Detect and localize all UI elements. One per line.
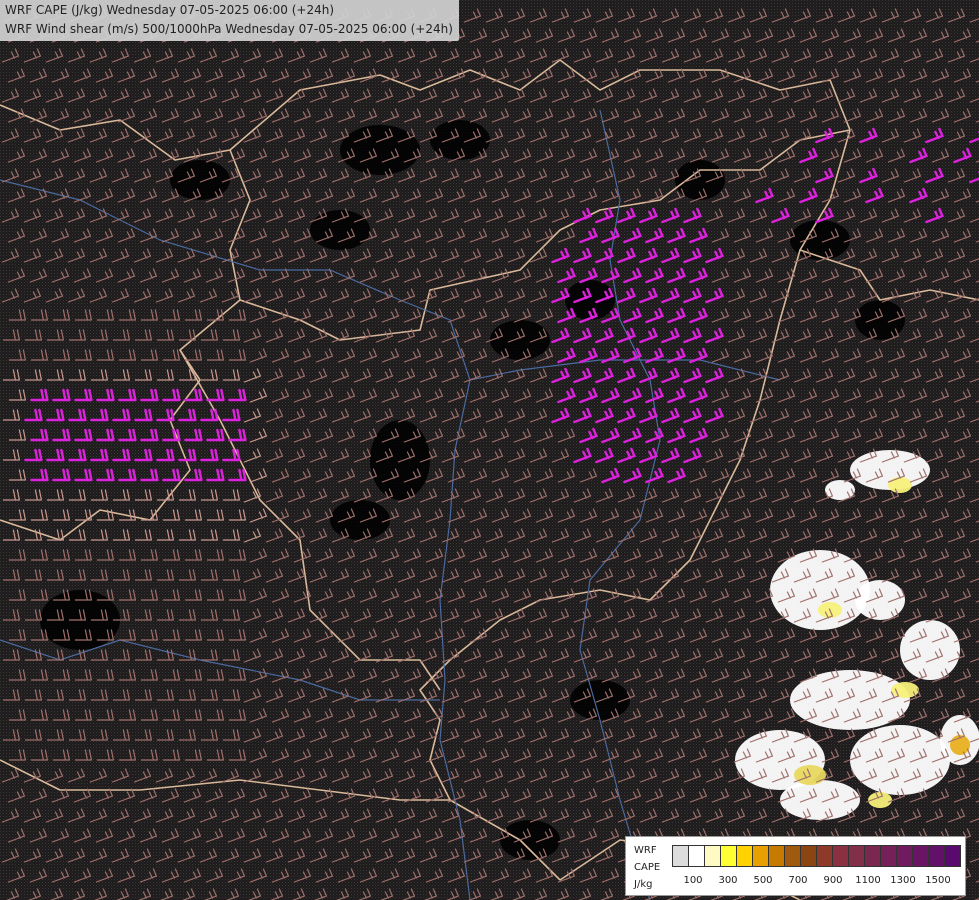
legend-swatch bbox=[816, 845, 833, 867]
legend-label-unit: J/kg bbox=[634, 879, 653, 890]
legend-swatch bbox=[704, 845, 721, 867]
legend-swatch bbox=[944, 845, 961, 867]
legend-tick: 900 bbox=[823, 875, 843, 886]
legend-tick: 100 bbox=[683, 875, 703, 886]
map-canvas bbox=[0, 0, 979, 900]
mountain-area bbox=[310, 210, 370, 250]
cape-title: WRF CAPE (J/kg) Wednesday 07-05-2025 06:… bbox=[5, 3, 334, 17]
legend-swatch bbox=[928, 845, 945, 867]
cape-area bbox=[888, 477, 912, 493]
legend-swatch bbox=[736, 845, 753, 867]
legend-swatch bbox=[720, 845, 737, 867]
legend-tick: 500 bbox=[753, 875, 773, 886]
legend-swatch bbox=[800, 845, 817, 867]
legend-tick: 300 bbox=[718, 875, 738, 886]
legend-swatch bbox=[848, 845, 865, 867]
mountain-area bbox=[330, 500, 390, 540]
legend-label-model: WRF bbox=[634, 845, 657, 856]
legend-swatch bbox=[784, 845, 801, 867]
legend-swatch bbox=[880, 845, 897, 867]
legend-swatch bbox=[672, 845, 689, 867]
map-header: WRF CAPE (J/kg) Wednesday 07-05-2025 06:… bbox=[0, 0, 459, 41]
legend-swatch bbox=[832, 845, 849, 867]
legend-swatch bbox=[864, 845, 881, 867]
wind-shear-title: WRF Wind shear (m/s) 500/1000hPa Wednesd… bbox=[5, 22, 453, 36]
legend-tick: 1100 bbox=[855, 875, 881, 886]
legend-tick: 700 bbox=[788, 875, 808, 886]
cape-legend: WRF CAPE J/kg 100 300 500 700 900 1100 1300 150… bbox=[625, 836, 966, 896]
legend-swatch bbox=[768, 845, 785, 867]
legend-swatch bbox=[688, 845, 705, 867]
mountain-area bbox=[370, 420, 430, 500]
legend-tick: 1500 bbox=[925, 875, 951, 886]
mountain-area bbox=[500, 820, 560, 860]
legend-swatch bbox=[896, 845, 913, 867]
legend-label-field: CAPE bbox=[634, 862, 661, 873]
cape-area bbox=[900, 620, 960, 680]
legend-swatch bbox=[752, 845, 769, 867]
cape-area bbox=[850, 725, 950, 795]
mountain-area bbox=[490, 320, 550, 360]
legend-tick: 1300 bbox=[890, 875, 916, 886]
weather-map: WRF CAPE (J/kg) Wednesday 07-05-2025 06:… bbox=[0, 0, 979, 900]
legend-swatch bbox=[912, 845, 929, 867]
